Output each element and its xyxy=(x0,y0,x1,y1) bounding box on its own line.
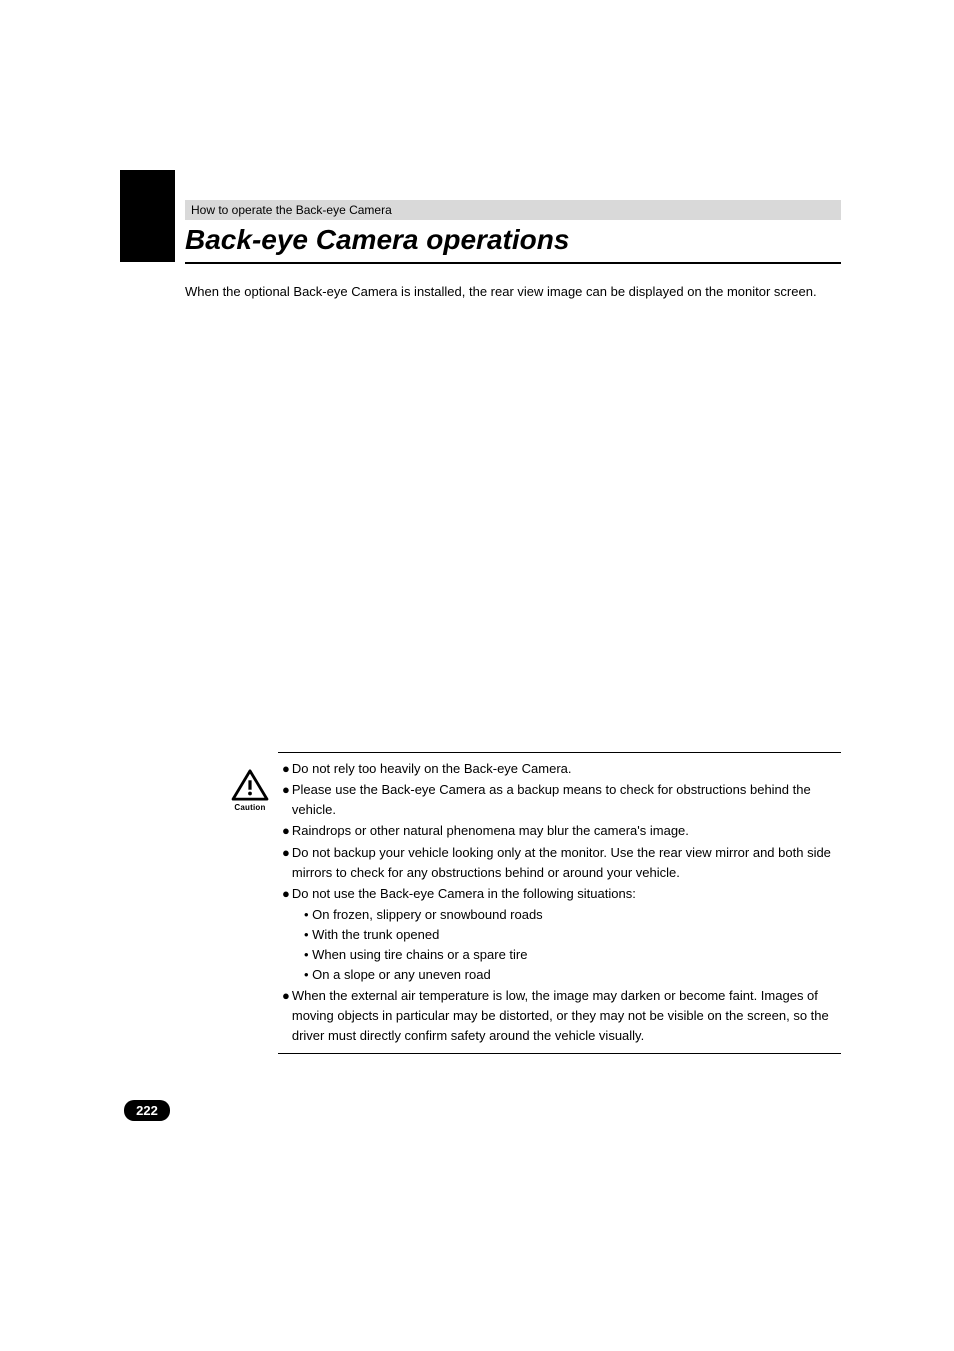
caution-list: ● Do not rely too heavily on the Back-ey… xyxy=(278,759,841,1047)
caution-label: Caution xyxy=(234,803,265,812)
list-item: ● Please use the Back-eye Camera as a ba… xyxy=(282,780,841,820)
sub-item-text: • With the trunk opened xyxy=(304,925,439,945)
sub-item-text: • On a slope or any uneven road xyxy=(304,965,491,985)
list-item: ● Do not backup your vehicle looking onl… xyxy=(282,843,841,883)
list-item: ● Raindrops or other natural phenomena m… xyxy=(282,821,841,841)
caution-triangle-icon xyxy=(231,769,269,801)
sub-list-item: • On a slope or any uneven road xyxy=(282,965,841,985)
page-number-badge: 222 xyxy=(124,1100,170,1121)
caution-icon-wrap: Caution xyxy=(222,759,278,812)
bullet-icon: ● xyxy=(282,759,290,779)
section-header-bar: How to operate the Back-eye Camera xyxy=(185,200,841,220)
list-item-text: When the external air temperature is low… xyxy=(292,986,841,1046)
divider xyxy=(278,1053,841,1054)
bullet-icon: ● xyxy=(282,884,290,904)
list-item: ● When the external air temperature is l… xyxy=(282,986,841,1046)
list-item: ● Do not use the Back-eye Camera in the … xyxy=(282,884,841,904)
list-item: ● Do not rely too heavily on the Back-ey… xyxy=(282,759,841,779)
sub-list-item: • With the trunk opened xyxy=(282,925,841,945)
sub-list-item: • When using tire chains or a spare tire xyxy=(282,945,841,965)
sub-item-text: • On frozen, slippery or snowbound roads xyxy=(304,905,543,925)
sub-item-text: • When using tire chains or a spare tire xyxy=(304,945,528,965)
list-item-text: Raindrops or other natural phenomena may… xyxy=(292,821,841,841)
intro-paragraph: When the optional Back-eye Camera is ins… xyxy=(185,282,841,302)
divider xyxy=(278,752,841,753)
section-label: How to operate the Back-eye Camera xyxy=(191,203,392,217)
list-item-text: Do not use the Back-eye Camera in the fo… xyxy=(292,884,841,904)
bullet-icon: ● xyxy=(282,780,290,800)
list-item-text: Please use the Back-eye Camera as a back… xyxy=(292,780,841,820)
document-page: How to operate the Back-eye Camera Back-… xyxy=(0,0,954,1351)
bullet-icon: ● xyxy=(282,821,290,841)
page-title: Back-eye Camera operations xyxy=(185,224,841,264)
page-number: 222 xyxy=(136,1103,158,1118)
bullet-icon: ● xyxy=(282,843,290,863)
sub-list-item: • On frozen, slippery or snowbound roads xyxy=(282,905,841,925)
list-item-text: Do not rely too heavily on the Back-eye … xyxy=(292,759,841,779)
list-item-text: Do not backup your vehicle looking only … xyxy=(292,843,841,883)
caution-block: Caution ● Do not rely too heavily on the… xyxy=(222,752,841,1054)
bullet-icon: ● xyxy=(282,986,290,1006)
side-tab-marker xyxy=(120,170,175,262)
